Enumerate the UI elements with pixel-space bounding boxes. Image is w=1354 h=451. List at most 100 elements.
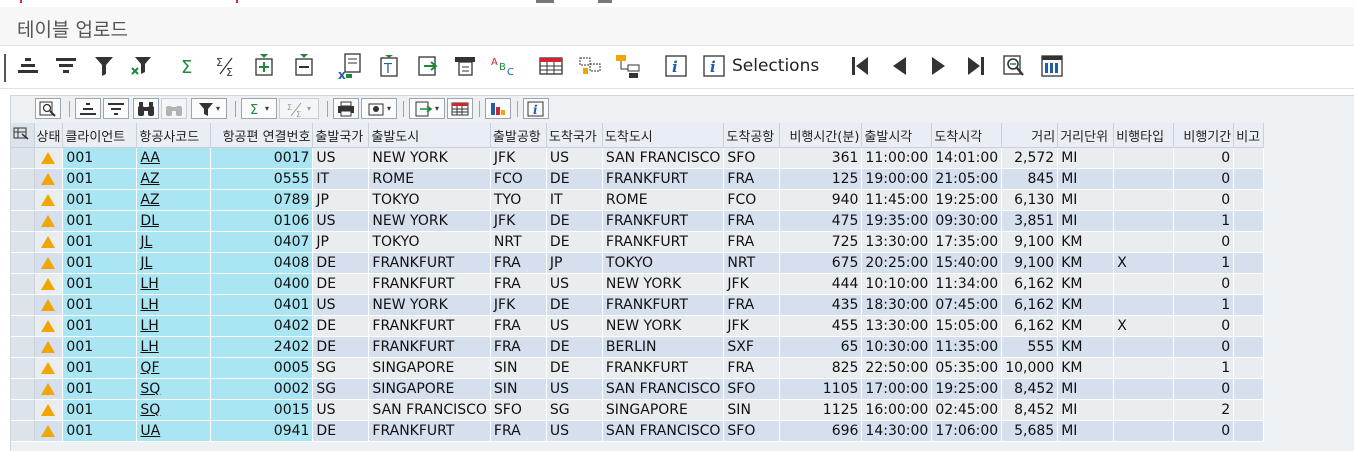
mail-recipient-button[interactable] <box>452 51 480 81</box>
table-cell[interactable]: DL <box>136 210 212 232</box>
row-selector[interactable] <box>11 189 35 211</box>
table-row[interactable]: 001 QF 0005 SG SINGAPORE SIN DE FRANKFURT FRA 825… <box>11 357 1265 379</box>
grid-info-button[interactable]: i <box>523 98 549 119</box>
find-button[interactable] <box>1000 51 1028 81</box>
column-header[interactable]: 거리 <box>1001 123 1059 148</box>
row-selector[interactable] <box>11 378 35 400</box>
column-header[interactable]: 도착공항 <box>723 123 781 148</box>
save-layout-button[interactable] <box>614 51 642 81</box>
row-selector[interactable] <box>11 336 35 358</box>
table-row[interactable]: 001 LH 2402 DE FRANKFURT FRA DE BERLIN SXF 65 10:3… <box>11 336 1265 358</box>
table-row[interactable]: 001 JL 0408 DE FRANKFURT FRA JP TOKYO NRT 675 20:2… <box>11 252 1265 274</box>
table-row[interactable]: 001 AZ 0555 IT ROME FCO DE FRANKFURT FRA 125 19:00… <box>11 168 1265 190</box>
grid-export-dropdown-button[interactable]: ▾ <box>409 98 445 119</box>
row-selector[interactable] <box>11 231 35 253</box>
details-button[interactable]: i <box>662 51 690 81</box>
column-header[interactable]: 항공사코드 <box>136 123 212 148</box>
row-selector[interactable] <box>11 315 35 337</box>
grid-find-next-button[interactable] <box>161 98 187 119</box>
table-row[interactable]: 001 UA 0941 DE FRANKFURT FRA US SAN FRANCISCO SF… <box>11 420 1265 442</box>
selections-button[interactable]: Selections <box>732 56 819 76</box>
table-cell[interactable]: LH <box>136 294 212 316</box>
delete-filter-button[interactable] <box>128 51 156 81</box>
column-header[interactable]: 비행타입 <box>1113 123 1175 148</box>
spelling-check-button[interactable]: ABC <box>490 51 518 81</box>
column-header[interactable]: 비행시간(분) <box>779 123 863 148</box>
grid-layout-button[interactable] <box>447 98 473 119</box>
local-file-button[interactable] <box>414 51 442 81</box>
table-cell[interactable]: SQ <box>136 399 212 421</box>
insert-row-button[interactable] <box>250 51 278 81</box>
grid-total-dropdown-button[interactable]: Σ ▾ <box>241 98 277 119</box>
select-all-cell[interactable] <box>11 123 35 148</box>
table-row[interactable]: 001 LH 0402 DE FRANKFURT FRA US NEW YORK JFK 455 1… <box>11 315 1265 337</box>
row-selector[interactable] <box>11 252 35 274</box>
table-row[interactable]: 001 AZ 0789 JP TOKYO TYO IT ROME FCO 940 11:45:00 1… <box>11 189 1265 211</box>
row-selector[interactable] <box>11 420 35 442</box>
table-cell[interactable]: LH <box>136 336 212 358</box>
table-row[interactable]: 001 SQ 0015 US SAN FRANCISCO SFO SG SINGAPORE SI… <box>11 399 1265 421</box>
column-header[interactable]: 출발국가 <box>312 123 370 148</box>
row-selector[interactable] <box>11 357 35 379</box>
table-row[interactable]: 001 LH 0401 US NEW YORK JFK DE FRANKFURT FRA 435 1… <box>11 294 1265 316</box>
grid-views-dropdown-button[interactable]: ▾ <box>361 98 397 119</box>
table-cell[interactable]: QF <box>136 357 212 379</box>
column-header[interactable]: 비행기간 <box>1173 123 1235 148</box>
total-button[interactable]: Σ <box>174 51 202 81</box>
filter-button[interactable] <box>90 51 118 81</box>
grid-find-button[interactable] <box>133 98 159 119</box>
column-header[interactable]: 비고 <box>1233 123 1265 148</box>
table-cell[interactable]: LH <box>136 273 212 295</box>
column-header[interactable]: 도착국가 <box>546 123 603 148</box>
table-cell[interactable]: JL <box>136 231 212 253</box>
table-cell[interactable]: AA <box>136 147 212 169</box>
grid-graphic-button[interactable] <box>485 98 511 119</box>
grid-filter-dropdown-button[interactable]: ▾ <box>191 98 227 119</box>
column-header[interactable]: 출발시각 <box>861 123 933 148</box>
table-row[interactable]: 001 JL 0407 JP TOKYO NRT DE FRANKFURT FRA 725 13:3… <box>11 231 1265 253</box>
last-page-button[interactable] <box>962 51 990 81</box>
table-cell[interactable]: AZ <box>136 168 212 190</box>
column-header[interactable]: 도착도시 <box>602 123 725 148</box>
first-page-button[interactable] <box>846 51 874 81</box>
grid-print-button[interactable] <box>333 98 359 119</box>
table-row[interactable]: 001 DL 0106 US NEW YORK JFK DE FRANKFURT FRA 475 1… <box>11 210 1265 232</box>
column-header[interactable]: 도착시각 <box>931 123 1003 148</box>
grid-sort-ascending-button[interactable] <box>75 98 101 119</box>
row-selector[interactable] <box>11 294 35 316</box>
column-header[interactable]: 상태 <box>34 123 64 148</box>
column-header[interactable]: 출발공항 <box>490 123 547 148</box>
abc-analysis-button[interactable] <box>1038 51 1066 81</box>
export-excel-button[interactable]: x <box>336 51 364 81</box>
sort-ascending-button[interactable] <box>14 51 42 81</box>
delete-row-button[interactable] <box>290 51 318 81</box>
table-row[interactable]: 001 SQ 0002 SG SINGAPORE SIN US SAN FRANCISCO SF… <box>11 378 1265 400</box>
word-processing-button[interactable]: T <box>375 51 403 81</box>
table-cell[interactable]: UA <box>136 420 212 442</box>
sort-descending-button[interactable] <box>52 51 80 81</box>
table-row[interactable]: 001 LH 0400 DE FRANKFURT FRA US NEW YORK JFK 444 1… <box>11 273 1265 295</box>
row-selector[interactable] <box>11 147 35 169</box>
grid-sort-descending-button[interactable] <box>103 98 129 119</box>
change-layout-button[interactable] <box>537 51 565 81</box>
column-header[interactable]: 항공편 연결번호 <box>210 123 314 148</box>
table-cell[interactable]: JL <box>136 252 212 274</box>
table-row[interactable]: 001 AA 0017 US NEW YORK JFK US SAN FRANCISCO SFO… <box>11 147 1265 169</box>
column-header[interactable]: 출발도시 <box>368 123 491 148</box>
grid-subtotal-dropdown-button[interactable]: Σ Σ ▾ <box>279 98 319 119</box>
row-selector[interactable] <box>11 168 35 190</box>
previous-page-button[interactable] <box>886 51 914 81</box>
selections-info-button[interactable]: i <box>700 51 728 81</box>
table-cell[interactable]: SQ <box>136 378 212 400</box>
column-header[interactable]: 거리단위 <box>1057 123 1115 148</box>
table-cell[interactable]: AZ <box>136 189 212 211</box>
column-header[interactable]: 클라이언트 <box>62 123 138 148</box>
grid-details-button[interactable] <box>35 98 61 119</box>
row-selector[interactable] <box>11 210 35 232</box>
next-page-button[interactable] <box>924 51 952 81</box>
choose-layout-button[interactable] <box>576 51 604 81</box>
table-cell[interactable]: LH <box>136 315 212 337</box>
row-selector[interactable] <box>11 399 35 421</box>
row-selector[interactable] <box>11 273 35 295</box>
subtotal-button[interactable]: ΣΣ <box>212 51 240 81</box>
